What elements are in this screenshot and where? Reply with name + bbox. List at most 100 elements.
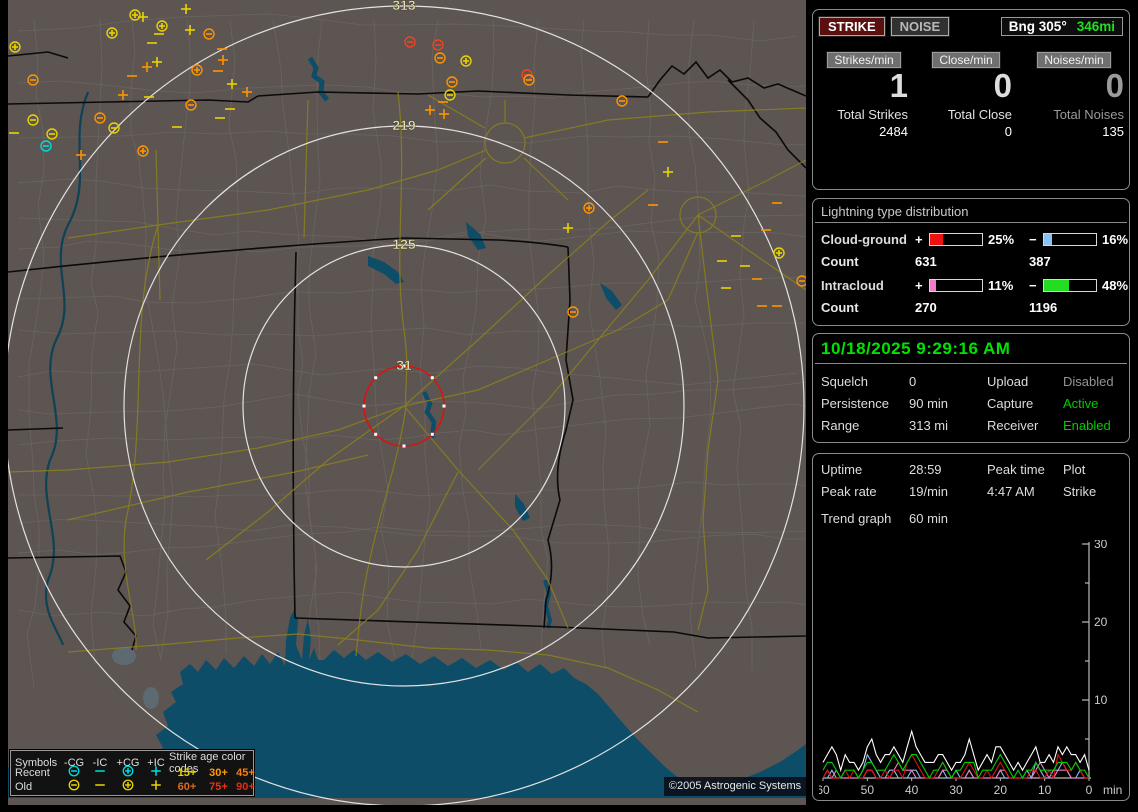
strikes-per-min-value: 1 bbox=[814, 68, 914, 104]
legend-glyph bbox=[87, 779, 113, 795]
svg-text:60: 60 bbox=[819, 783, 830, 797]
status-cell: Active bbox=[1063, 396, 1129, 411]
svg-text:30: 30 bbox=[949, 783, 963, 797]
minus-sign: − bbox=[1029, 232, 1043, 247]
total-close-value: 0 bbox=[914, 124, 1018, 139]
close-per-min-value: 0 bbox=[914, 68, 1018, 104]
uptime-value: 28:59 bbox=[909, 462, 987, 477]
plus-sign: + bbox=[915, 232, 929, 247]
counters-panel: STRIKE NOISE Bng 305° 346mi Strikes/min C… bbox=[812, 9, 1130, 190]
svg-text:313: 313 bbox=[392, 0, 416, 13]
peak-time-label: Peak time bbox=[987, 462, 1063, 477]
pos-ic-bar bbox=[929, 279, 983, 292]
distribution-title: Lightning type distribution bbox=[813, 199, 1129, 222]
copyright-label: ©2005 Astrogenic Systems bbox=[664, 777, 806, 796]
plot-mode-value: Strike bbox=[1063, 484, 1129, 499]
legend-row-recent: Recent 15+30+45+ bbox=[11, 765, 253, 779]
noise-button[interactable]: NOISE bbox=[891, 17, 949, 36]
cloud-ground-label: Cloud-ground bbox=[821, 232, 915, 247]
county-borders bbox=[18, 14, 806, 688]
neg-cg-pct: 16% bbox=[1097, 232, 1131, 247]
trend-panel: Uptime 28:59 Peak time Plot Peak rate 19… bbox=[812, 453, 1130, 801]
legend-age-code: 30+ bbox=[205, 767, 232, 779]
app-window: { "map": { "copyright": "©2005 Astrogeni… bbox=[0, 0, 1138, 812]
legend-glyph bbox=[143, 779, 169, 795]
trend-graph-label: Trend graph bbox=[821, 511, 909, 526]
neg-cg-bar bbox=[1043, 233, 1097, 246]
strikes-per-min-badge[interactable]: Strikes/min bbox=[827, 52, 900, 68]
status-panel: 10/18/2025 9:29:16 AM Squelch0UploadDisa… bbox=[812, 333, 1130, 443]
bearing-label: Bng 305° bbox=[1009, 19, 1067, 34]
status-cell: 313 mi bbox=[909, 418, 987, 433]
intracloud-label: Intracloud bbox=[821, 278, 915, 293]
svg-text:31: 31 bbox=[396, 357, 412, 373]
pos-cg-count: 631 bbox=[915, 254, 1029, 269]
legend-age-code: 15+ bbox=[169, 767, 205, 779]
legend-age-code: 90+ bbox=[232, 781, 259, 793]
total-close-label: Total Close bbox=[914, 107, 1018, 122]
status-cell: Enabled bbox=[1063, 418, 1129, 433]
status-grid: Squelch0UploadDisabledPersistence90 minC… bbox=[813, 374, 1129, 433]
total-strikes-value: 2484 bbox=[814, 124, 914, 139]
legend-age-code: 75+ bbox=[205, 781, 232, 793]
status-cell: Squelch bbox=[821, 374, 909, 389]
total-noises-label: Total Noises bbox=[1018, 107, 1130, 122]
svg-text:40: 40 bbox=[905, 783, 919, 797]
minus-sign: − bbox=[1029, 278, 1043, 293]
legend-glyph bbox=[113, 779, 143, 795]
pos-cg-bar bbox=[929, 233, 983, 246]
status-cell: Range bbox=[821, 418, 909, 433]
symbol-legend: Symbols -CG -IC +CG +IC Strike age color… bbox=[10, 750, 254, 796]
bearing-readout: Bng 305° 346mi bbox=[1001, 17, 1123, 36]
total-strikes-label: Total Strikes bbox=[814, 107, 914, 122]
neg-ic-bar bbox=[1043, 279, 1097, 292]
total-noises-value: 135 bbox=[1018, 124, 1130, 139]
cg-count-label: Count bbox=[821, 254, 915, 269]
svg-text:30: 30 bbox=[1094, 540, 1108, 551]
map-canvas: 313 219 125 31 bbox=[8, 0, 806, 805]
datetime-display: 10/18/2025 9:29:16 AM bbox=[813, 334, 1129, 363]
legend-glyph bbox=[61, 779, 87, 795]
svg-text:20: 20 bbox=[1094, 615, 1108, 629]
pos-ic-pct: 11% bbox=[983, 278, 1029, 293]
pos-cg-pct: 25% bbox=[983, 232, 1029, 247]
trend-graph-window: 60 min bbox=[909, 511, 1129, 526]
legend-age-code: 60+ bbox=[169, 781, 205, 793]
svg-text:10: 10 bbox=[1038, 783, 1052, 797]
svg-text:min: min bbox=[1103, 783, 1122, 797]
strike-symbols bbox=[9, 4, 806, 317]
neg-ic-pct: 48% bbox=[1097, 278, 1131, 293]
svg-text:10: 10 bbox=[1094, 693, 1108, 707]
distribution-panel: Lightning type distribution Cloud-ground… bbox=[812, 198, 1130, 326]
noises-per-min-value: 0 bbox=[1018, 68, 1130, 104]
status-cell: 90 min bbox=[909, 396, 987, 411]
status-cell: Persistence bbox=[821, 396, 909, 411]
legend-age-code: 45+ bbox=[232, 767, 259, 779]
radar-map[interactable]: 313 219 125 31 Symbols -CG -IC +CG +IC Stri… bbox=[8, 0, 806, 805]
status-cell: 0 bbox=[909, 374, 987, 389]
status-cell: Receiver bbox=[987, 418, 1063, 433]
noises-per-min-badge[interactable]: Noises/min bbox=[1037, 52, 1110, 68]
pos-ic-count: 270 bbox=[915, 300, 1029, 315]
neg-cg-count: 387 bbox=[1029, 254, 1129, 269]
peak-time-value: 4:47 AM bbox=[987, 484, 1063, 499]
strike-button[interactable]: STRIKE bbox=[819, 17, 885, 36]
legend-row-old: Old 60+75+90+ bbox=[11, 779, 253, 793]
range-ring-labels: 313 219 125 31 bbox=[392, 0, 416, 373]
ic-count-label: Count bbox=[821, 300, 915, 315]
svg-text:20: 20 bbox=[994, 783, 1008, 797]
uptime-label: Uptime bbox=[821, 462, 909, 477]
trend-graph: 10 20 30 60 50 40 30 20 10 0 min bbox=[819, 540, 1125, 798]
water-bodies bbox=[8, 58, 806, 798]
state-borders bbox=[8, 52, 806, 650]
bearing-range: 346mi bbox=[1077, 19, 1115, 34]
status-cell: Upload bbox=[987, 374, 1063, 389]
plot-label: Plot bbox=[1063, 462, 1129, 477]
status-cell: Capture bbox=[987, 396, 1063, 411]
svg-text:0: 0 bbox=[1086, 783, 1093, 797]
svg-text:50: 50 bbox=[861, 783, 875, 797]
close-per-min-badge[interactable]: Close/min bbox=[932, 52, 999, 68]
svg-text:219: 219 bbox=[392, 117, 416, 133]
neg-ic-count: 1196 bbox=[1029, 300, 1129, 315]
svg-text:125: 125 bbox=[392, 236, 416, 252]
